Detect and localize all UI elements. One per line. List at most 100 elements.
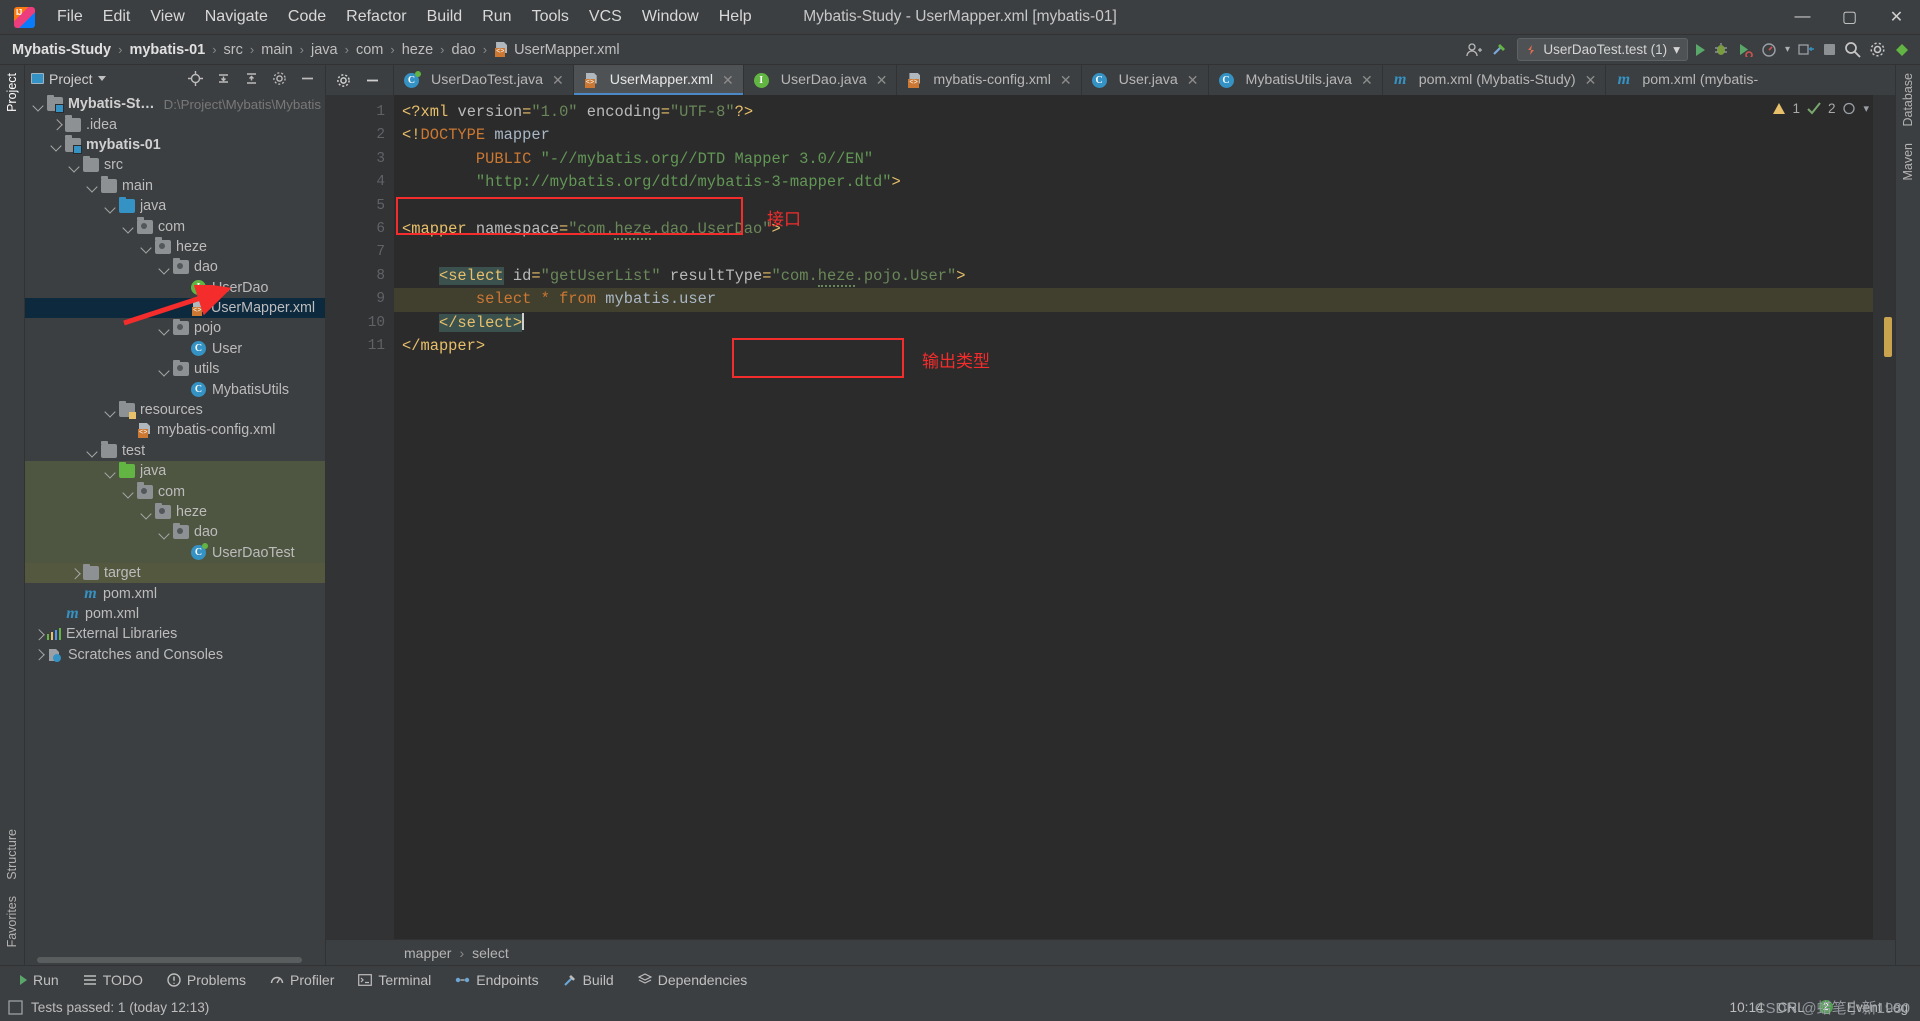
tree-node-mybatis-config-xml[interactable]: mybatis-config.xml [25,420,325,440]
menu-file[interactable]: File [47,4,93,30]
breadcrumb-item-project[interactable]: Mybatis-Study [12,42,111,58]
tree-node-userdaotest[interactable]: C UserDaoTest [25,542,325,563]
chevron-down-icon[interactable] [33,99,44,110]
tree-node-com[interactable]: com [25,481,325,502]
run-button[interactable] [1695,43,1705,56]
code-line-6[interactable]: <mapper namespace="com.heze.dao.UserDao"… [394,218,1873,241]
breadcrumb-item-file[interactable]: UserMapper.xml [514,42,620,58]
attach-debugger-icon[interactable] [1798,42,1815,57]
tree-node-mybatis-01[interactable]: mybatis-01 [25,135,325,155]
stop-button[interactable] [1823,43,1836,56]
gutter-line-11[interactable]: 11 [326,335,408,358]
tree-node-utils[interactable]: utils [25,359,325,379]
editor-tab-mybatisutils-java[interactable]: C MybatisUtils.java ✕ [1207,65,1382,95]
breadcrumb-item-module[interactable]: mybatis-01 [129,42,205,58]
tree-node-mybatis-study[interactable]: Mybatis-Study D:\Project\Mybatis\Mybatis [25,94,325,114]
editor-tab-usermapper-xml[interactable]: UserMapper.xml ✕ [572,65,743,95]
code-content[interactable]: <?xml version="1.0" encoding="UTF-8"?> <!… [394,95,1873,939]
tree-node-dao[interactable]: dao [25,257,325,277]
chevron-down-icon[interactable] [123,221,134,232]
tree-node-mybatisutils[interactable]: C MybatisUtils [25,379,325,399]
editor-tabs[interactable]: C UserDaoTest.java ✕ UserMapper.xml ✕ I UserDa… [393,65,1767,95]
tree-node-usermapper-xml[interactable]: UserMapper.xml [25,297,325,319]
gutter-line-2[interactable]: 2 [326,124,394,147]
window-controls[interactable]: — ▢ ✕ [1779,0,1920,35]
tool-button-profiler[interactable]: Profiler [258,972,346,988]
gutter-line-7[interactable]: 7 [326,241,394,264]
chevron-down-icon[interactable] [159,527,170,538]
gutter-line-1[interactable]: 1 [326,101,394,124]
chevron-down-icon[interactable]: ▾ [1785,44,1790,55]
gutter-line-9[interactable]: 9 [326,288,394,311]
gear-icon[interactable] [336,73,351,88]
tool-button-problems[interactable]: Problems [155,972,258,988]
menu-help[interactable]: Help [709,4,762,30]
menu-bar[interactable]: File Edit View Navigate Code Refactor Bu… [47,4,762,30]
code-line-5[interactable] [394,195,1873,218]
breadcrumb-item-dao[interactable]: dao [452,42,476,58]
gutter-line-4[interactable]: 4 [326,171,394,194]
tool-button-todo[interactable]: TODO [71,972,155,988]
menu-run[interactable]: Run [472,4,521,30]
gutter-line-6[interactable]: 6 [326,218,408,241]
chevron-down-icon[interactable] [87,445,98,456]
editor-tab-user-java[interactable]: C User.java ✕ [1080,65,1208,95]
gutter-line-3[interactable]: 3 [326,148,394,171]
code-line-11[interactable]: </mapper> [394,335,1873,358]
chevron-down-icon[interactable]: ▾ [1673,42,1680,58]
code-line-3[interactable]: PUBLIC "-//mybatis.org//DTD Mapper 3.0//… [394,148,1873,171]
chevron-down-icon[interactable] [97,76,106,81]
hide-panel-icon[interactable] [300,71,315,86]
chevron-right-icon[interactable] [33,629,44,640]
close-tab-icon[interactable]: ✕ [876,72,888,89]
tree-node-user[interactable]: C User [25,339,325,359]
debug-button[interactable] [1713,42,1729,57]
editor-tab-pom-xml-mybatis-study[interactable]: m pom.xml (Mybatis-Study) ✕ [1381,65,1606,95]
editor-tab-mybatis-config-xml[interactable]: mybatis-config.xml ✕ [896,65,1080,95]
code-line-9[interactable]: select * from mybatis.user [394,288,1873,312]
tree-node-userdao[interactable]: I UserDao [25,278,325,298]
close-tab-icon[interactable]: ✕ [1585,72,1597,89]
chevron-down-icon[interactable] [141,241,152,252]
menu-build[interactable]: Build [417,4,473,30]
code-line-7[interactable] [394,241,1873,264]
editor-breadcrumb-mapper[interactable]: mapper [404,945,451,961]
chevron-right-icon[interactable] [69,568,80,579]
close-tab-icon[interactable]: ✕ [552,72,564,89]
tree-horizontal-scrollbar[interactable] [25,954,325,965]
tool-tab-project[interactable]: Project [2,65,22,120]
menu-tools[interactable]: Tools [522,4,579,30]
breadcrumb-item-src[interactable]: src [224,42,243,58]
gutter-line-10[interactable]: 10 [326,312,412,335]
tool-button-dependencies[interactable]: Dependencies [626,972,760,988]
editor-tab-userdaotest-java[interactable]: C UserDaoTest.java ✕ [393,65,573,95]
editor-gutter[interactable]: 1 2 3 4 5 6 7 8 9 10 11 [326,95,412,939]
close-button[interactable]: ✕ [1873,0,1920,35]
tree-node-test[interactable]: test [25,441,325,461]
tree-node-heze[interactable]: heze [25,237,325,257]
tree-node-dao[interactable]: dao [25,522,325,543]
editor-tab-pom-xml-mybatis[interactable]: m pom.xml (mybatis- [1605,65,1767,95]
code-line-8[interactable]: <select id="getUserList" resultType="com… [394,265,1873,288]
menu-window[interactable]: Window [632,4,709,30]
chevron-down-icon[interactable] [87,180,98,191]
tree-node-pojo[interactable]: pojo [25,318,325,338]
tool-tab-structure[interactable]: Structure [2,821,22,888]
chevron-down-icon[interactable] [159,364,170,375]
gear-icon[interactable] [272,71,287,86]
profile-button[interactable] [1761,42,1777,57]
breadcrumb-item-main[interactable]: main [261,42,292,58]
inspection-widget[interactable]: 1 2 ▾ [1773,101,1869,116]
tree-node-heze[interactable]: heze [25,501,325,523]
tree-node-pom-xml[interactable]: m pom.xml [25,583,325,603]
menu-refactor[interactable]: Refactor [336,4,416,30]
breadcrumb-item-heze[interactable]: heze [402,42,433,58]
gutter-line-5[interactable]: 5 [326,195,394,218]
user-settings-icon[interactable] [1466,42,1483,57]
collapse-all-icon[interactable] [244,71,259,86]
locate-file-icon[interactable] [188,71,203,86]
menu-navigate[interactable]: Navigate [195,4,278,30]
tool-tab-maven[interactable]: Maven [1898,135,1918,189]
breadcrumb-item-com[interactable]: com [356,42,383,58]
tree-node-target[interactable]: target [25,562,325,584]
